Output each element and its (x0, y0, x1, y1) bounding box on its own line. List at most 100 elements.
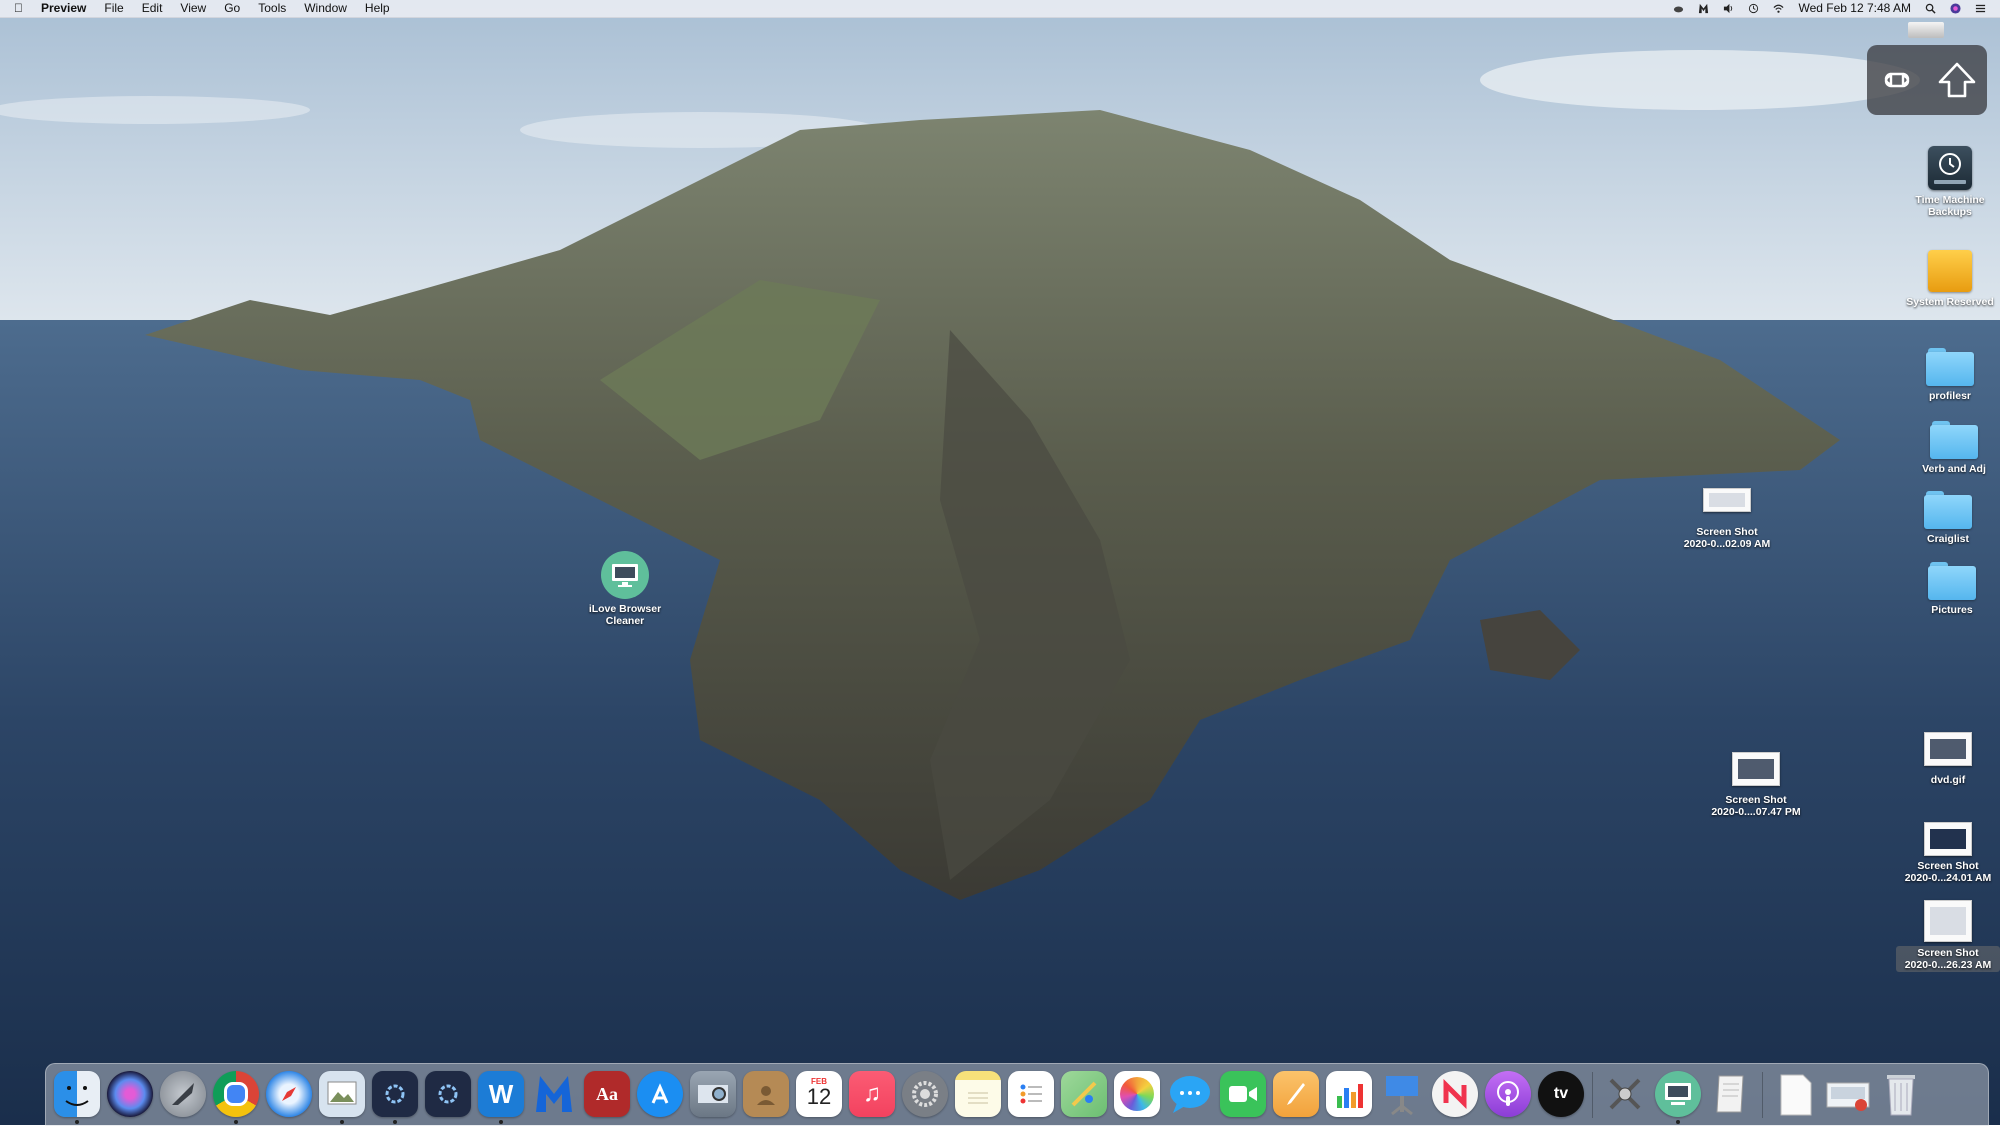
reminders-icon[interactable] (1008, 1071, 1054, 1117)
messages-icon[interactable] (1167, 1071, 1213, 1117)
dock-separator (1592, 1072, 1593, 1118)
desktop-icon-screenshot-2[interactable]: Screen Shot 2020-0....07.47 PM (1704, 752, 1808, 818)
desktop-icon-label: Cleaner (605, 615, 645, 627)
ilove-browser-cleaner-icon[interactable] (1655, 1071, 1701, 1117)
trash-icon[interactable] (1878, 1071, 1924, 1117)
malwarebytes-icon[interactable] (1698, 3, 1709, 14)
desktop-icon-profilesr[interactable]: profilesr (1898, 348, 2000, 402)
spotlight-icon[interactable] (1925, 3, 1936, 14)
desktop-icon-dvd-gif[interactable]: dvd.gif (1896, 732, 2000, 786)
keyboard-hud (1867, 45, 1987, 115)
desktop-icon-screenshot-4[interactable]: Screen Shot 2020-0...26.23 AM (1896, 900, 2000, 972)
apple-menu-icon[interactable]:  (14, 0, 23, 17)
screenshot-thumbnail-icon (1924, 822, 1972, 856)
time-machine-drive-icon (1928, 146, 1972, 190)
screenshot-thumbnail-icon (1924, 900, 1972, 942)
folder-icon (1930, 421, 1978, 459)
command-key-icon (1884, 72, 1909, 88)
desktop-icon-label-line: 2020-0...26.23 AM (1904, 959, 1992, 971)
desktop-icon-label: Screen Shot (1725, 794, 1787, 806)
desktop-icon-drive[interactable] (1896, 22, 1956, 42)
menubar-clock[interactable]: Wed Feb 12 7:48 AM (1798, 0, 1911, 17)
calendar-icon[interactable]: FEB 12 (796, 1071, 842, 1117)
menu-tools[interactable]: Tools (258, 0, 286, 17)
launchpad-icon[interactable] (160, 1071, 206, 1117)
app-gear-dark-icon[interactable] (372, 1071, 418, 1117)
safari-icon[interactable] (266, 1071, 312, 1117)
desktop-icon-screenshot-3[interactable]: Screen Shot 2020-0...24.01 AM (1896, 822, 2000, 884)
music-icon[interactable]: ♫ (849, 1071, 895, 1117)
utilities-icon[interactable] (1602, 1071, 1648, 1117)
app-gear-dark-2-icon[interactable] (425, 1071, 471, 1117)
chrome-icon[interactable] (213, 1071, 259, 1117)
desktop-icon-label: iLove Browser (588, 603, 662, 615)
facetime-icon[interactable] (1220, 1071, 1266, 1117)
desktop-icon-label: Screen Shot (1696, 526, 1758, 538)
desktop-icon-label: 2020-0...02.09 AM (1683, 538, 1771, 550)
screenshot-thumbnail-icon (1732, 752, 1780, 786)
running-indicator (75, 1120, 79, 1124)
photos-icon[interactable] (1114, 1071, 1160, 1117)
maps-icon[interactable] (1061, 1071, 1107, 1117)
desktop-icon-ilove-browser-cleaner[interactable]: iLove Browser Cleaner (573, 551, 677, 627)
desktop-icon-time-machine-backups[interactable]: Time Machine Backups (1898, 146, 2000, 218)
siri-icon[interactable] (107, 1071, 153, 1117)
folder-icon (1926, 348, 1974, 386)
desktop-icon-verb-and-adj[interactable]: Verb and Adj (1902, 421, 2000, 475)
desktop-icon-label-line: Screen Shot (1917, 947, 1979, 959)
numbers-icon[interactable] (1326, 1071, 1372, 1117)
desktop-icon-label: Craiglist (1926, 533, 1969, 545)
menu-bar:  Preview File Edit View Go Tools Window… (0, 0, 2000, 18)
desktop-icon-label: System Reserved (1906, 296, 1994, 308)
notification-center-icon[interactable] (1975, 3, 1986, 14)
wifi-icon[interactable] (1773, 3, 1784, 14)
dock-separator (1762, 1072, 1763, 1118)
finder-icon[interactable] (54, 1071, 100, 1117)
pages-icon[interactable] (1273, 1071, 1319, 1117)
apple-tv-icon[interactable]: tv (1538, 1071, 1584, 1117)
menu-file[interactable]: File (104, 0, 123, 17)
malwarebytes-icon[interactable] (531, 1071, 577, 1117)
contacts-icon[interactable] (743, 1071, 789, 1117)
menu-go[interactable]: Go (224, 0, 240, 17)
app-store-icon[interactable] (637, 1071, 683, 1117)
cloud-icon[interactable] (1673, 3, 1684, 14)
news-icon[interactable] (1432, 1071, 1478, 1117)
podcasts-icon[interactable] (1485, 1071, 1531, 1117)
desktop-wallpaper (0, 0, 2000, 1125)
desktop-icon-screenshot-1[interactable]: Screen Shot 2020-0...02.09 AM (1675, 488, 1779, 550)
documents-folder-icon[interactable] (1772, 1071, 1818, 1117)
desktop-icon-label: 2020-0...24.01 AM (1904, 872, 1992, 884)
system-preferences-icon[interactable] (902, 1071, 948, 1117)
desktop-icon-label: 2020-0....07.47 PM (1711, 806, 1801, 818)
folder-icon (1928, 562, 1976, 600)
notes-icon[interactable] (955, 1071, 1001, 1117)
time-machine-icon[interactable] (1748, 3, 1759, 14)
downloads-stack-icon[interactable] (1825, 1071, 1871, 1117)
menu-app-name[interactable]: Preview (41, 0, 86, 17)
running-indicator (1676, 1120, 1680, 1124)
menu-view[interactable]: View (180, 0, 206, 17)
external-drive-icon (1928, 250, 1972, 292)
preview-icon[interactable] (319, 1071, 365, 1117)
desktop-icon-label: dvd.gif (1930, 774, 1966, 786)
menu-edit[interactable]: Edit (142, 0, 163, 17)
image-capture-icon[interactable] (690, 1071, 736, 1117)
dictionary-icon[interactable]: Aa (584, 1071, 630, 1117)
menu-help[interactable]: Help (365, 0, 390, 17)
desktop-icon-label: Pictures (1931, 604, 1973, 616)
siri-icon[interactable] (1950, 3, 1961, 14)
shift-key-icon (1938, 62, 1975, 98)
keynote-icon[interactable] (1379, 1071, 1425, 1117)
hard-drive-icon (1908, 22, 1944, 38)
menu-window[interactable]: Window (304, 0, 347, 17)
word-icon[interactable]: W (478, 1071, 524, 1117)
desktop-icon-system-reserved[interactable]: System Reserved (1898, 250, 2000, 308)
textedit-icon[interactable] (1708, 1071, 1754, 1117)
dock: W Aa FEB 12 ♫ tv (45, 1063, 1989, 1126)
volume-icon[interactable] (1723, 3, 1734, 14)
desktop-icon-craiglist[interactable]: Craiglist (1896, 491, 2000, 545)
desktop-icon-label: Screen Shot (1917, 860, 1979, 872)
desktop-icon-label: Time Machine (1915, 194, 1985, 206)
desktop-icon-pictures[interactable]: Pictures (1900, 562, 2000, 616)
